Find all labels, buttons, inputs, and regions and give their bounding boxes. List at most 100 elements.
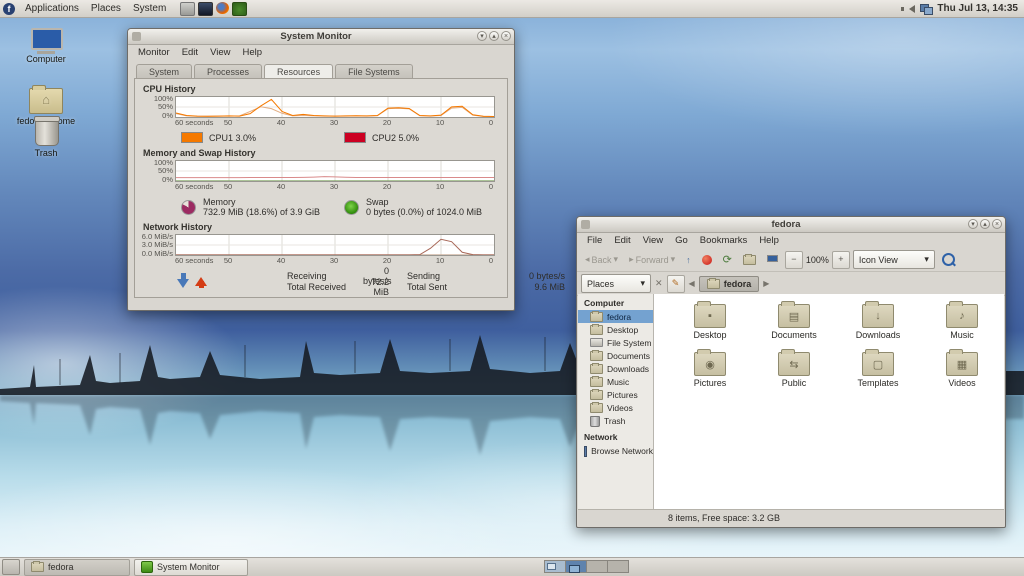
firefox-launcher-icon[interactable] xyxy=(216,1,230,14)
menu-go[interactable]: Go xyxy=(669,235,694,246)
folder-icon: ▤ xyxy=(778,301,810,328)
folder-downloads[interactable]: ↓ Downloads xyxy=(836,301,920,350)
menu-monitor[interactable]: Monitor xyxy=(132,47,176,58)
folder-templates[interactable]: ▢ Templates xyxy=(836,349,920,398)
sidebar-item-videos[interactable]: Videos xyxy=(578,401,653,414)
folder-icon: ◉ xyxy=(694,349,726,376)
package-launcher-icon[interactable] xyxy=(232,1,248,16)
forward-button[interactable]: ▸ Forward ▾ xyxy=(625,252,679,267)
task-button-system-monitor[interactable]: System Monitor xyxy=(134,558,248,576)
folder-view[interactable]: ▪ Desktop ▤ Documents ↓ Downloads ♪ Music ◉ P… xyxy=(654,294,1004,509)
zoom-out-button[interactable]: − xyxy=(784,250,803,269)
tab-resources[interactable]: Resources xyxy=(264,64,334,79)
system-monitor-tabs: System Processes Resources File Systems xyxy=(128,60,514,79)
computer-button[interactable] xyxy=(763,253,782,266)
top-panel: f Applications Places System Thu Jul 13,… xyxy=(0,0,1024,18)
memory-legend: Memory 732.9 MiB (18.6%) of 3.9 GiB Swap… xyxy=(181,197,507,217)
back-button[interactable]: ◂ Back ▾ xyxy=(581,252,622,267)
menu-applications[interactable]: Applications xyxy=(19,2,85,15)
zoom-in-button[interactable]: + xyxy=(831,250,850,269)
chevron-down-icon: ▾ xyxy=(924,254,929,264)
axis-tick: 0% xyxy=(162,111,173,120)
memory-pie-icon xyxy=(181,200,196,215)
receiving-arrow-icon xyxy=(177,272,191,290)
menu-help[interactable]: Help xyxy=(753,235,785,246)
tab-processes[interactable]: Processes xyxy=(194,64,263,79)
sidebar-item-music[interactable]: Music xyxy=(578,375,653,388)
sidebar-item-trash[interactable]: Trash xyxy=(578,414,653,428)
display-launcher-icon[interactable] xyxy=(198,1,214,16)
close-sidebar-button[interactable]: ✕ xyxy=(655,278,663,289)
cpu2-label: CPU2 5.0% xyxy=(372,132,420,143)
desktop-icon-computer[interactable]: Computer xyxy=(8,28,84,64)
stop-button[interactable] xyxy=(698,253,716,267)
workspace-2[interactable] xyxy=(565,560,587,573)
crumb-scroll-left-icon[interactable]: ◀ xyxy=(689,279,695,288)
window-title: fedora xyxy=(771,219,801,230)
menu-view[interactable]: View xyxy=(637,235,669,246)
crumb-scroll-right-icon[interactable]: ▶ xyxy=(763,279,769,288)
workspace-3[interactable] xyxy=(586,560,608,573)
folder-icon xyxy=(31,561,44,572)
folder-videos[interactable]: ▦ Videos xyxy=(920,349,1004,398)
menu-file[interactable]: File xyxy=(581,235,608,246)
menu-bookmarks[interactable]: Bookmarks xyxy=(694,235,754,246)
folder-music[interactable]: ♪ Music xyxy=(920,301,1004,350)
close-button[interactable]: × xyxy=(992,219,1002,229)
maximize-button[interactable]: ▴ xyxy=(489,31,499,41)
computer-icon xyxy=(766,255,778,264)
search-button[interactable] xyxy=(938,251,959,268)
memory-x-axis: 60 seconds 50 40 30 20 10 0 xyxy=(175,182,493,191)
sidebar-item-documents[interactable]: Documents xyxy=(578,349,653,362)
cpu-legend: CPU1 3.0% CPU2 5.0% xyxy=(181,132,507,143)
sidebar-item-browse-network[interactable]: Browse Network xyxy=(578,444,653,458)
menu-view[interactable]: View xyxy=(204,47,236,58)
menu-edit[interactable]: Edit xyxy=(176,47,204,58)
menu-system[interactable]: System xyxy=(127,2,172,15)
folder-pictures[interactable]: ◉ Pictures xyxy=(668,349,752,398)
task-button-fedora[interactable]: fedora xyxy=(24,558,130,576)
maximize-button[interactable]: ▴ xyxy=(980,219,990,229)
tab-system[interactable]: System xyxy=(136,64,193,79)
file-manager-window: fedora ▾ ▴ × File Edit View Go Bookmarks… xyxy=(576,216,1006,528)
minimize-button[interactable]: ▾ xyxy=(968,219,978,229)
minimize-button[interactable]: ▾ xyxy=(477,31,487,41)
network-status-icon[interactable] xyxy=(920,4,934,15)
breadcrumb-fedora[interactable]: fedora xyxy=(698,275,760,292)
clock[interactable]: Thu Jul 13, 14:35 xyxy=(937,3,1018,14)
menu-places[interactable]: Places xyxy=(85,2,127,15)
workspace-4[interactable] xyxy=(607,560,629,573)
folder-public[interactable]: ⇆ Public xyxy=(752,349,836,398)
edit-location-button[interactable]: ✎ xyxy=(666,274,685,293)
home-button[interactable] xyxy=(739,253,760,267)
places-select[interactable]: Places ▾ xyxy=(581,274,651,293)
total-sent-label: Total Sent xyxy=(407,281,448,292)
close-button[interactable]: × xyxy=(501,31,511,41)
up-button[interactable]: ↑ xyxy=(682,253,695,267)
network-history-graph: 6.0 MiB/s 3.0 MiB/s 0.0 MiB/s xyxy=(142,232,495,258)
folder-icon xyxy=(590,362,603,374)
sidebar-item-pictures[interactable]: Pictures xyxy=(578,388,653,401)
tab-file-systems[interactable]: File Systems xyxy=(335,64,413,79)
sidebar-item-downloads[interactable]: Downloads xyxy=(578,362,653,375)
sidebar-item-fedora[interactable]: fedora xyxy=(578,310,653,323)
file-manager-menubar: File Edit View Go Bookmarks Help xyxy=(577,233,1005,248)
file-manager-titlebar[interactable]: fedora ▾ ▴ × xyxy=(577,217,1005,233)
sidebar-item-desktop[interactable]: Desktop xyxy=(578,323,653,336)
folder-documents[interactable]: ▤ Documents xyxy=(752,301,836,350)
folder-desktop[interactable]: ▪ Desktop xyxy=(668,301,752,350)
sidebar-item-file-system[interactable]: File System xyxy=(578,336,653,349)
menu-help[interactable]: Help xyxy=(236,47,268,58)
show-desktop-button[interactable] xyxy=(2,559,20,575)
reload-button[interactable]: ⟳ xyxy=(719,251,736,268)
workspace-1[interactable] xyxy=(544,560,566,573)
desktop-icon-trash[interactable]: Trash xyxy=(8,112,84,158)
home-folder-icon xyxy=(29,85,63,114)
terminal-launcher-icon[interactable] xyxy=(180,1,196,16)
fedora-logo-icon[interactable]: f xyxy=(3,2,15,15)
menu-edit[interactable]: Edit xyxy=(608,235,636,246)
volume-icon[interactable] xyxy=(901,4,916,13)
view-mode-select[interactable]: Icon View ▾ xyxy=(852,250,935,269)
cpu-x-axis: 60 seconds 50 40 30 20 10 0 xyxy=(175,118,493,127)
system-monitor-titlebar[interactable]: System Monitor ▾ ▴ × xyxy=(128,29,514,45)
